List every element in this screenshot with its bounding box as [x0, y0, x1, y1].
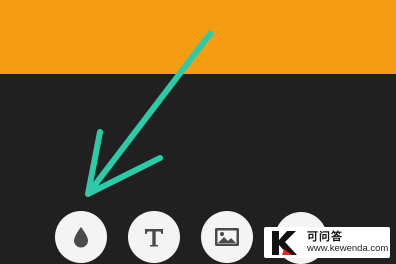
top-color-bar [0, 0, 396, 74]
watermark-title: 可问答 [307, 230, 343, 244]
color-button[interactable] [55, 211, 107, 263]
kewenda-logo [272, 230, 297, 255]
text-icon [140, 223, 168, 251]
watermark-url: www.kewenda.com [307, 243, 389, 255]
image-button[interactable] [201, 211, 253, 263]
text-button[interactable] [128, 211, 180, 263]
water-drop-icon [71, 225, 91, 249]
watermark: 可问答 www.kewenda.com [264, 227, 390, 258]
image-icon [213, 225, 241, 249]
